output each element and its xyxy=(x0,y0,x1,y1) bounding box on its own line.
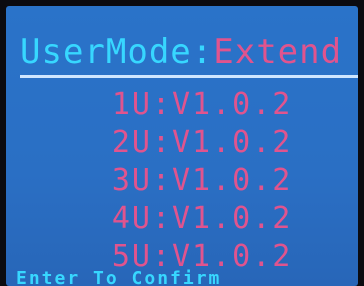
module-id: 4U xyxy=(111,201,152,236)
module-row-3u: 3U:V1.0.2 xyxy=(102,162,302,200)
module-row-1u: 1U:V1.0.2 xyxy=(102,86,302,124)
module-id: 1U xyxy=(111,87,152,122)
module-version: V1.0.2 xyxy=(172,87,293,122)
module-version: V1.0.2 xyxy=(172,201,293,236)
enter-to-confirm-hint: Enter To Confirm xyxy=(16,268,222,286)
module-colon: : xyxy=(152,125,173,160)
header-divider xyxy=(20,75,358,78)
module-version: V1.0.2 xyxy=(172,163,293,198)
module-colon: : xyxy=(152,87,173,122)
user-mode-value[interactable]: Extend xyxy=(213,32,342,72)
lcd-screen: UserMode:Extend 1U:V1.0.2 2U:V1.0.2 3U:V… xyxy=(6,6,358,286)
user-mode-header: UserMode:Extend xyxy=(20,32,342,72)
module-version: V1.0.2 xyxy=(172,125,293,160)
module-colon: : xyxy=(152,163,173,198)
module-version-list: 1U:V1.0.2 2U:V1.0.2 3U:V1.0.2 4U:V1.0.2 … xyxy=(102,86,302,276)
user-mode-separator: : xyxy=(191,32,214,72)
module-row-4u: 4U:V1.0.2 xyxy=(102,200,302,238)
user-mode-label: UserMode xyxy=(20,32,192,72)
module-id: 3U xyxy=(111,163,152,198)
module-id: 2U xyxy=(111,125,152,160)
module-colon: : xyxy=(152,201,173,236)
module-row-2u: 2U:V1.0.2 xyxy=(102,124,302,162)
